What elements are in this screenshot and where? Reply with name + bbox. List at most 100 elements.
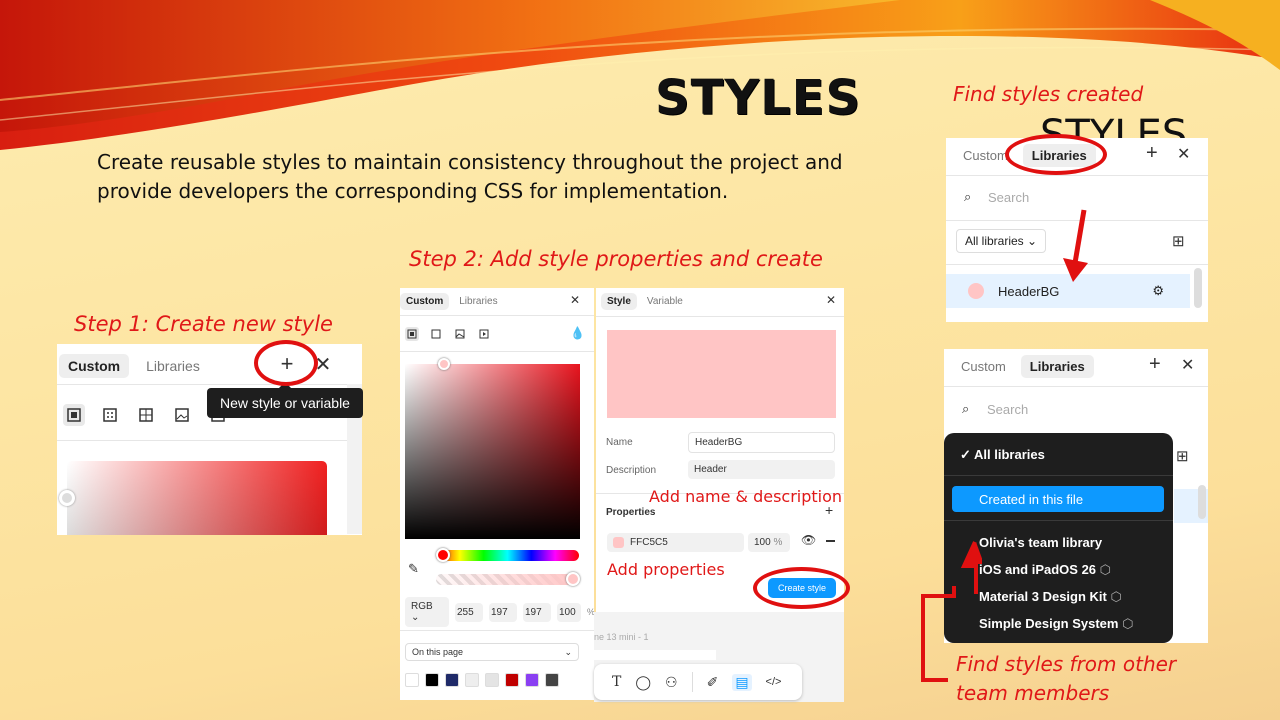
grid-fill-icon[interactable]	[135, 404, 157, 426]
find-styles-label: Find styles created	[953, 82, 1144, 106]
hue-handle[interactable]	[436, 548, 450, 562]
green-value[interactable]: 197	[489, 602, 517, 622]
tab-libraries[interactable]: Libraries	[453, 293, 503, 310]
style-color-preview	[607, 330, 836, 418]
close-icon[interactable]: ✕	[1181, 355, 1194, 375]
fill-type-icons	[405, 327, 491, 341]
close-icon[interactable]: ✕	[826, 293, 836, 307]
text-tool-icon[interactable]: T	[612, 674, 621, 690]
tab-variable[interactable]: Variable	[641, 293, 689, 310]
style-name: HeaderBG	[998, 283, 1060, 299]
pointer-arrow-down	[1063, 209, 1088, 282]
tab-style[interactable]: Style	[601, 293, 637, 310]
tab-custom[interactable]: Custom	[59, 354, 130, 378]
color-swatch[interactable]	[465, 673, 479, 687]
library-icon: ⬡	[1110, 589, 1122, 604]
search-input[interactable]: Search	[988, 190, 1029, 205]
color-saturation-field[interactable]	[67, 461, 327, 535]
red-value[interactable]: 255	[455, 602, 483, 622]
image-fill-icon[interactable]	[171, 404, 193, 426]
tab-custom[interactable]: Custom	[952, 355, 1015, 378]
slide-title: STYLES	[655, 70, 862, 126]
highlight-ring-create	[753, 567, 850, 609]
tab-libraries[interactable]: Libraries	[137, 354, 209, 378]
name-label: Name	[606, 437, 633, 448]
style-swatch	[968, 283, 984, 299]
remove-property-icon[interactable]	[826, 540, 835, 542]
menu-item-all-libraries[interactable]: ✓ All libraries	[948, 447, 1057, 463]
grid-view-icon[interactable]: ⊞	[1176, 447, 1189, 465]
menu-item-created-in-file[interactable]: Created in this file	[952, 486, 1164, 512]
alpha-slider[interactable]	[436, 574, 579, 585]
menu-item-material-library[interactable]: Material 3 Design Kit ⬡	[967, 589, 1134, 605]
property-hex: FFC5C5	[630, 537, 668, 548]
percent-sign: %	[587, 607, 594, 617]
scrollbar[interactable]	[1198, 485, 1206, 519]
name-input[interactable]: HeaderBG	[688, 432, 835, 453]
color-picker-panel: Custom Libraries ✕ 💧 ✎ RGB ⌄ 255 197 197…	[400, 288, 594, 700]
opacity-drop-icon[interactable]: 💧	[570, 326, 585, 340]
highlight-ring-libraries	[1005, 134, 1107, 175]
color-picker-handle[interactable]	[438, 358, 450, 370]
library-filter-select[interactable]: All libraries ⌄	[956, 229, 1047, 253]
close-icon[interactable]: ✕	[1177, 144, 1190, 164]
close-icon[interactable]: ✕	[570, 293, 580, 307]
visibility-eye-icon[interactable]: 👁	[801, 533, 816, 547]
gradient-fill-icon[interactable]	[429, 327, 443, 341]
menu-item-ios-library[interactable]: iOS and iPadOS 26 ⬡	[967, 562, 1123, 578]
color-picker-handle[interactable]	[59, 490, 75, 506]
library-icon: ⬡	[1122, 616, 1134, 631]
add-style-icon[interactable]: +	[1146, 142, 1158, 165]
color-swatch[interactable]	[485, 673, 499, 687]
grid-view-icon[interactable]: ⊞	[1172, 232, 1185, 250]
property-opacity[interactable]: 100 %	[748, 533, 790, 552]
color-swatch[interactable]	[425, 673, 439, 687]
frame-label: ne 13 mini - 1	[594, 632, 649, 642]
annotation-add-properties: Add properties	[607, 560, 725, 579]
solid-fill-icon[interactable]	[405, 327, 419, 341]
shape-tool-icon[interactable]: ◯	[635, 674, 651, 691]
alpha-value[interactable]: 100	[557, 602, 581, 622]
color-property-field[interactable]: FFC5C5	[607, 533, 744, 552]
eyedropper-icon[interactable]: ✎	[408, 561, 419, 577]
edit-style-icon[interactable]: ⚙	[1152, 283, 1164, 299]
description-label: Description	[606, 465, 657, 476]
color-swatch[interactable]	[445, 673, 459, 687]
tab-custom[interactable]: Custom	[400, 293, 450, 310]
color-swatch[interactable]	[405, 673, 419, 687]
video-fill-icon[interactable]	[477, 327, 491, 341]
components-icon[interactable]: ⚇	[665, 674, 678, 691]
highlight-ring-add	[254, 340, 318, 386]
step1-panel: Custom Libraries + ✕	[57, 344, 362, 535]
dev-mode-icon[interactable]: </>	[766, 676, 782, 688]
fill-type-icons	[63, 404, 229, 426]
menu-item-team-library[interactable]: Olivia's team library	[967, 535, 1114, 550]
swatch-scope-select[interactable]: On this page ⌄	[405, 643, 579, 661]
color-saturation-field[interactable]	[405, 364, 580, 539]
color-mode-select[interactable]: RGB ⌄	[405, 597, 449, 627]
library-icon: ⬡	[1099, 562, 1112, 577]
tooltip-text: New style or variable	[220, 395, 350, 411]
add-style-icon[interactable]: +	[1149, 353, 1161, 376]
new-style-tooltip: New style or variable	[207, 388, 363, 418]
image-fill-icon[interactable]	[453, 327, 467, 341]
scrollbar[interactable]	[1194, 268, 1202, 308]
search-input[interactable]: Search	[987, 402, 1028, 417]
description-input[interactable]: Header	[688, 460, 835, 479]
gradient-fill-icon[interactable]	[99, 404, 121, 426]
design-mode-icon[interactable]: ▤	[732, 673, 752, 691]
menu-item-simple-design-system[interactable]: Simple Design System ⬡	[967, 616, 1145, 632]
alpha-handle[interactable]	[566, 572, 580, 586]
color-swatch[interactable]	[525, 673, 539, 687]
color-swatch[interactable]	[545, 673, 559, 687]
hue-slider[interactable]	[436, 550, 579, 561]
draw-tool-icon[interactable]: ✐	[707, 674, 719, 691]
swatch-row	[405, 673, 559, 687]
tab-libraries[interactable]: Libraries	[1020, 355, 1094, 378]
color-swatch[interactable]	[505, 673, 519, 687]
blue-value[interactable]: 197	[523, 602, 551, 622]
step1-label: Step 1: Create new style	[74, 312, 333, 336]
annotation-find-team-styles: Find styles from other team members	[956, 652, 1177, 705]
search-icon: ⌕	[964, 189, 972, 204]
solid-fill-icon[interactable]	[63, 404, 85, 426]
